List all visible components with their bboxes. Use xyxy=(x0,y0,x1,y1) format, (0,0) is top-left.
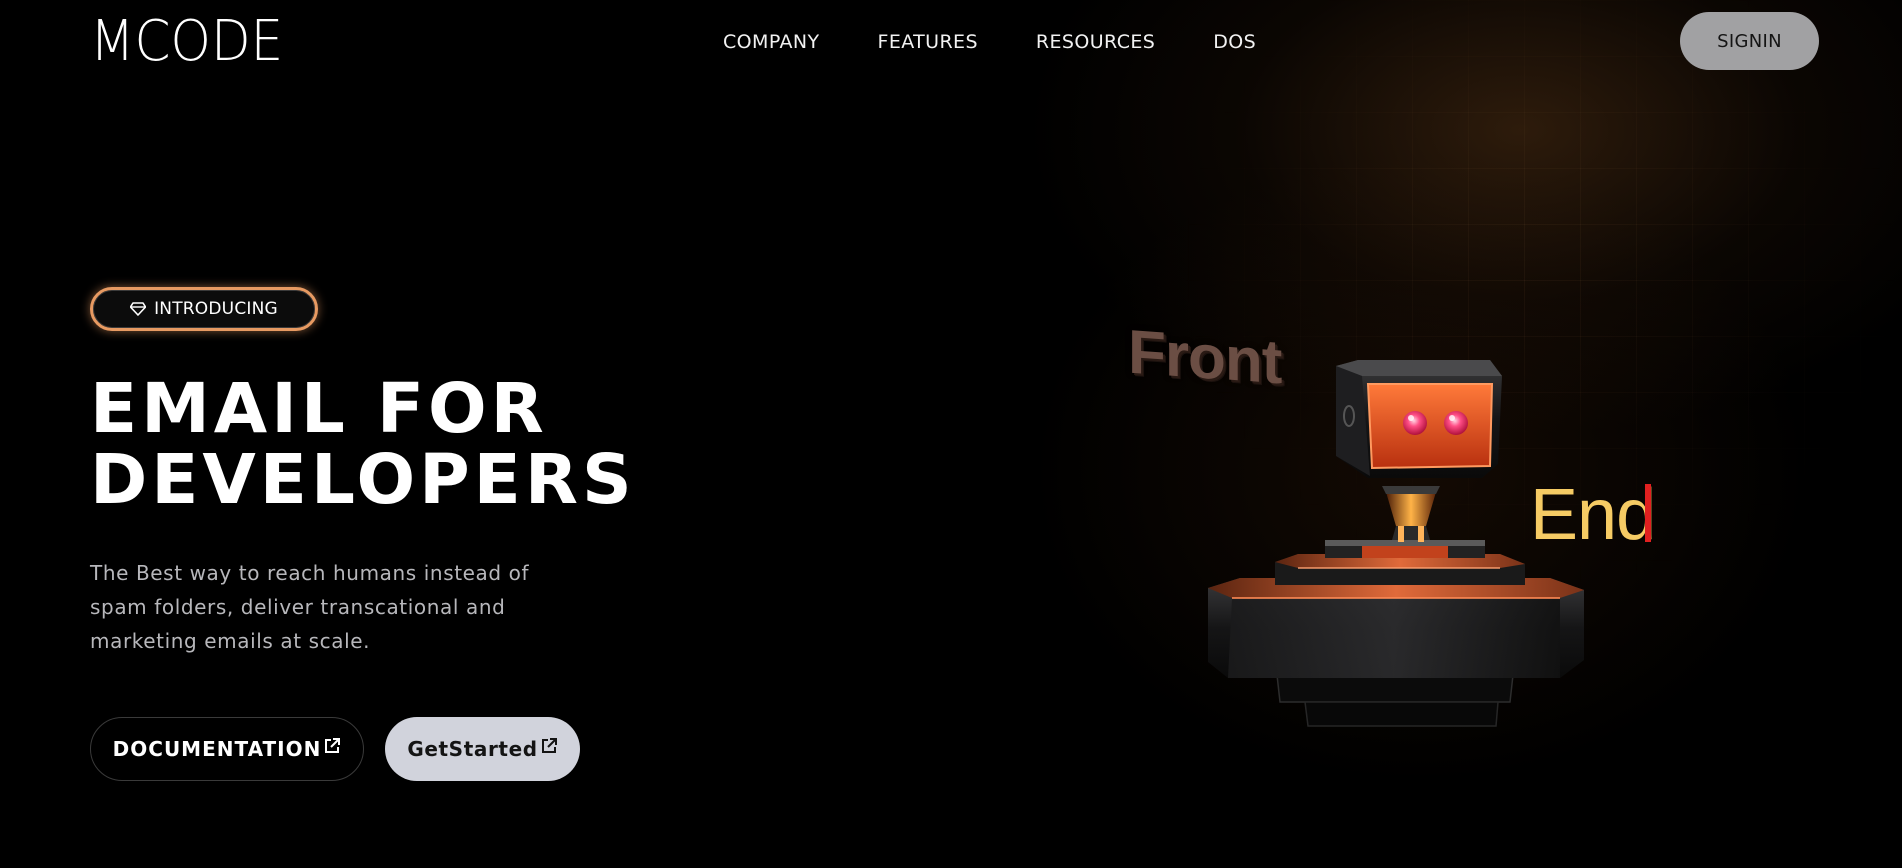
hero-title-line-1: EMAIL FOR xyxy=(90,369,548,449)
external-link-icon xyxy=(541,738,557,753)
logo[interactable]: MCODE xyxy=(90,12,283,72)
hero-title: EMAIL FOR DEVELOPERS xyxy=(90,374,636,516)
nav-item-dos[interactable]: DOS xyxy=(1213,30,1256,54)
typing-cursor xyxy=(1645,484,1651,542)
documentation-button-label: DOCUMENTATION xyxy=(112,737,322,761)
nav-item-resources[interactable]: RESOURCES xyxy=(1036,30,1155,54)
get-started-button-label: GetStarted xyxy=(407,737,538,761)
hero-description: The Best way to reach humans instead of … xyxy=(90,561,530,653)
introducing-badge[interactable]: INTRODUCING xyxy=(90,287,318,331)
landing-page: MCODE COMPANY FEATURES RESOURCES DOS SIG… xyxy=(0,0,1902,868)
signin-button[interactable]: SIGNIN xyxy=(1680,12,1819,70)
main-nav: COMPANY FEATURES RESOURCES DOS xyxy=(723,30,1256,54)
badge-label: INTRODUCING xyxy=(154,299,278,319)
hero-title-line-2: DEVELOPERS xyxy=(90,440,636,520)
nav-item-company[interactable]: COMPANY xyxy=(723,30,819,54)
external-link-icon xyxy=(325,738,341,753)
get-started-button[interactable]: GetStarted xyxy=(385,717,580,781)
diamond-icon xyxy=(130,302,147,316)
nav-item-features[interactable]: FEATURES xyxy=(877,30,977,54)
documentation-button[interactable]: DOCUMENTATION xyxy=(90,717,364,781)
word-end: End xyxy=(1530,475,1656,555)
